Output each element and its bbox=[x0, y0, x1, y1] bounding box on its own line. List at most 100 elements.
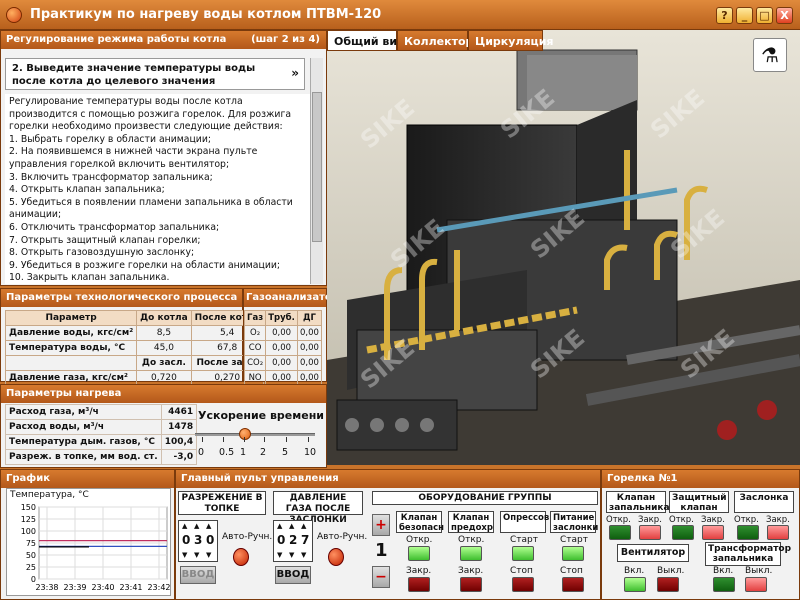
tab-circulation[interactable]: Циркуляция bbox=[468, 30, 553, 51]
burner-button[interactable]: Заслонка bbox=[734, 491, 794, 513]
fan-on-label: Вкл. bbox=[624, 566, 645, 576]
group-minus-button[interactable]: − bbox=[372, 566, 390, 588]
group-top-led[interactable] bbox=[512, 546, 534, 561]
group-plus-button[interactable]: + bbox=[372, 514, 390, 536]
lab-flask-icon[interactable]: ⚗ bbox=[753, 38, 787, 72]
group-top-label: Откр. bbox=[458, 535, 485, 545]
burner-off-led[interactable] bbox=[767, 525, 789, 540]
section-header: Регулирование режима работы котла (шаг 2… bbox=[1, 31, 326, 49]
group-number: 1 bbox=[375, 540, 388, 561]
gas-enter-button[interactable]: ВВОД bbox=[275, 566, 311, 584]
boiler-3d-scene[interactable] bbox=[327, 30, 800, 465]
transformer-on-label: Вкл. bbox=[713, 566, 734, 576]
group-top-led[interactable] bbox=[460, 546, 482, 561]
gas-name: CO₂ bbox=[243, 355, 267, 371]
group-bottom-led[interactable] bbox=[460, 577, 482, 592]
x-tick-label: 23:39 bbox=[63, 583, 86, 592]
group-top-label: Старт bbox=[510, 535, 538, 545]
group-top-led[interactable] bbox=[562, 546, 584, 561]
gas-name: O₂ bbox=[243, 325, 267, 341]
graph-title: График bbox=[1, 470, 174, 488]
tick-label: 0.5 bbox=[219, 447, 235, 458]
instruction-line: 1. Выбрать горелку в области анимации; bbox=[9, 133, 212, 145]
heating-value: 100,4 bbox=[160, 434, 198, 450]
gas-header: Труб. bbox=[265, 310, 298, 326]
digit-down-arrow[interactable]: ▼ bbox=[277, 551, 282, 559]
fan-on-led[interactable] bbox=[624, 577, 646, 592]
burner-on-led[interactable] bbox=[737, 525, 759, 540]
group-bottom-led[interactable] bbox=[512, 577, 534, 592]
transformer-on-led[interactable] bbox=[713, 577, 735, 592]
tick-mark bbox=[244, 437, 245, 442]
step-title: 2. Выведите значение температуры воды по… bbox=[12, 63, 256, 87]
close-button[interactable]: X bbox=[776, 7, 793, 24]
instruction-line: 6. Отключить трансформатор запальника; bbox=[9, 221, 220, 233]
gas-analyzer-title: Газоанализатор bbox=[244, 289, 339, 307]
burner-off-led[interactable] bbox=[702, 525, 724, 540]
burner-on-led[interactable] bbox=[609, 525, 631, 540]
digit-up-arrow[interactable]: ▲ bbox=[289, 522, 294, 530]
animation-viewport[interactable]: ⚗ SIKE SIKE SIKE SIKE SIKE SIKE SIKE SIK… bbox=[327, 30, 800, 465]
heating-table: Расход газа, м³/ч 4461 Расход воды, м³/ч 1… bbox=[5, 404, 198, 465]
group-button[interactable]: Клапан предохр bbox=[448, 511, 494, 533]
gas-pressure-setpoint[interactable]: ▲ ▲ ▲ 0 2 7 ▼ ▼ ▼ bbox=[273, 520, 313, 562]
digit-down-arrow[interactable]: ▼ bbox=[289, 551, 294, 559]
digit-up-arrow[interactable]: ▲ bbox=[194, 522, 199, 530]
step-title-box[interactable]: 2. Выведите значение температуры воды по… bbox=[5, 58, 305, 90]
digit-up-arrow[interactable]: ▲ bbox=[182, 522, 187, 530]
burner-off-led[interactable] bbox=[639, 525, 661, 540]
tab-collector[interactable]: Коллектор bbox=[397, 30, 473, 51]
tick-mark bbox=[286, 437, 287, 442]
burner-button[interactable]: Клапан запальника bbox=[606, 491, 670, 513]
instruction-line: 3. Включить трансформатор запальника; bbox=[9, 171, 213, 183]
burner-title: Горелка №1 bbox=[602, 470, 799, 488]
minimize-button[interactable]: _ bbox=[736, 7, 753, 24]
instruction-line: 5. Убедиться в появлении пламени запальн… bbox=[9, 196, 293, 208]
fan-button[interactable]: Вентилятор bbox=[617, 544, 689, 562]
app-logo-icon bbox=[6, 7, 22, 23]
param-value: 8,5 bbox=[136, 325, 192, 341]
transformer-off-led[interactable] bbox=[745, 577, 767, 592]
burner-on-led[interactable] bbox=[672, 525, 694, 540]
collapse-icon[interactable]: » bbox=[291, 67, 299, 80]
heating-label: Разреж. в топке, мм вод. ст. bbox=[5, 449, 162, 465]
group-bottom-led[interactable] bbox=[408, 577, 430, 592]
group-button[interactable]: Опрессов bbox=[500, 511, 549, 533]
restore-button[interactable]: □ bbox=[756, 7, 773, 24]
group-top-led[interactable] bbox=[408, 546, 430, 561]
digit: 0 bbox=[182, 533, 191, 547]
group-title: ОБОРУДОВАНИЕ ГРУППЫ bbox=[372, 491, 598, 505]
gas-value: 0,00 bbox=[296, 325, 323, 341]
group-button[interactable]: Клапан безопасн bbox=[396, 511, 444, 533]
group-bottom-led[interactable] bbox=[562, 577, 584, 592]
tab-general-view[interactable]: Общий вид bbox=[327, 30, 406, 51]
gas-mode-switch[interactable] bbox=[328, 548, 344, 566]
transformer-button[interactable]: Трансформатор запальника bbox=[705, 542, 791, 566]
digit-down-arrow[interactable]: ▼ bbox=[182, 551, 187, 559]
gas-value: 0,00 bbox=[265, 355, 298, 371]
heating-label: Температура дым. газов, °С bbox=[5, 434, 162, 450]
burner-button[interactable]: Защитный клапан bbox=[669, 491, 729, 513]
digit-up-arrow[interactable]: ▲ bbox=[206, 522, 211, 530]
instructions-scrollbar[interactable] bbox=[310, 58, 323, 284]
main-panel-title: Главный пульт управления bbox=[176, 470, 600, 488]
digit-up-arrow[interactable]: ▲ bbox=[277, 522, 282, 530]
help-button[interactable]: ? bbox=[716, 7, 733, 24]
group-bottom-label: Закр. bbox=[458, 566, 484, 576]
digit-down-arrow[interactable]: ▼ bbox=[301, 551, 306, 559]
window-title: Практикум по нагреву воды котлом ПТВМ-12… bbox=[30, 7, 382, 22]
digit-up-arrow[interactable]: ▲ bbox=[301, 522, 306, 530]
vacuum-mode-switch[interactable] bbox=[233, 548, 249, 566]
scrollbar-thumb[interactable] bbox=[312, 92, 322, 242]
vacuum-enter-button[interactable]: ВВОД bbox=[180, 566, 216, 584]
vacuum-setpoint[interactable]: ▲ ▲ ▲ 0 3 0 ▼ ▼ ▼ bbox=[178, 520, 218, 562]
fan-off-led[interactable] bbox=[657, 577, 679, 592]
group-button[interactable]: Питание заслонки bbox=[550, 511, 598, 533]
instruction-line: анимации; bbox=[9, 209, 62, 221]
y-tick-label: 150 bbox=[21, 503, 36, 512]
temperature-chart: Температура, °С 150 125 100 75 50 25 0 23:38 23:… bbox=[6, 488, 171, 596]
digit-down-arrow[interactable]: ▼ bbox=[194, 551, 199, 559]
digit-down-arrow[interactable]: ▼ bbox=[206, 551, 211, 559]
sub-header: До засл. bbox=[136, 355, 192, 371]
time-accel-slider[interactable] bbox=[239, 428, 251, 440]
